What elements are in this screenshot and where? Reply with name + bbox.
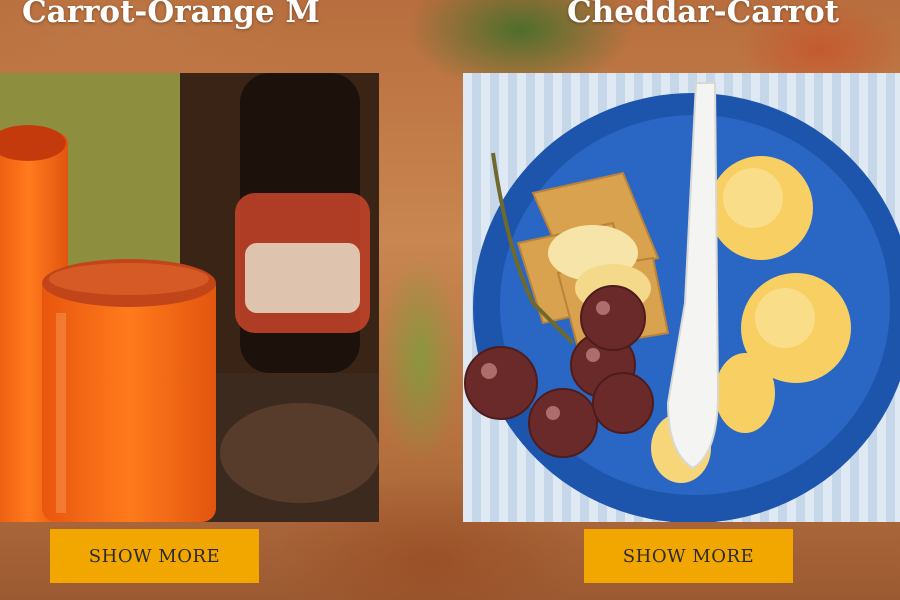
recipe-title-cheddar-carrot[interactable]: Cheddar-Carrot <box>567 0 839 30</box>
show-more-button-carrot-orange[interactable]: SHOW MORE <box>50 529 259 583</box>
show-more-button-cheddar-carrot[interactable]: SHOW MORE <box>584 529 793 583</box>
recipe-image-cheddar-carrot-spread[interactable] <box>463 73 900 522</box>
plate-illustration <box>464 82 900 522</box>
recipe-image-carrot-orange-drink[interactable] <box>0 73 379 522</box>
drink-illustration <box>0 73 379 522</box>
recipe-title-carrot-orange[interactable]: Carrot-Orange M <box>22 0 320 30</box>
